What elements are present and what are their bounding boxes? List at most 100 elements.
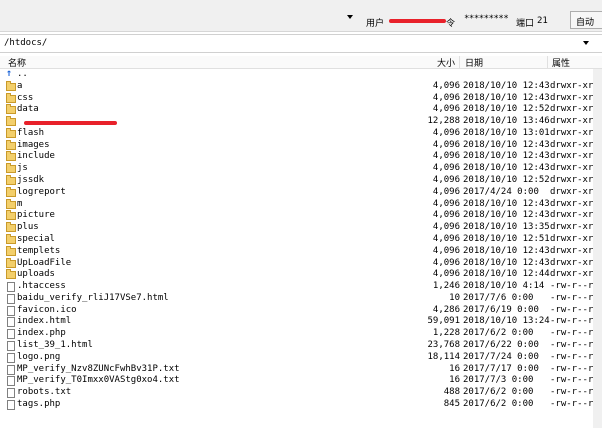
file-name[interactable]: .htaccess [17, 281, 66, 293]
file-name[interactable]: list_39_1.html [17, 340, 93, 352]
file-size: 18,114 [427, 351, 460, 362]
column-date[interactable]: 日期 [465, 56, 483, 69]
file-name[interactable]: index.html [17, 316, 71, 328]
file-row[interactable]: MP_verify_Nzv8ZUNcFwhBv31P.txt 16 2017/7/1… [0, 364, 602, 376]
folder-icon [6, 127, 16, 138]
file-name[interactable]: data [17, 104, 39, 116]
file-row[interactable]: images 4,096 2018/10/10 12:43 drwxr-xr-x [0, 139, 602, 152]
file-row[interactable]: tags.php 845 2017/6/2 0:00 -rw-r--r-- [0, 399, 602, 411]
file-row[interactable]: baidu_verify_rliJ17VSe7.html 10 2017/7/6 0… [0, 293, 602, 305]
file-name[interactable]: m [17, 199, 22, 211]
file-name[interactable]: special [17, 234, 55, 246]
file-row[interactable]: css 4,096 2018/10/10 12:43 drwxr-xr-x [0, 92, 602, 105]
file-row[interactable]: index.php 1,228 2017/6/2 0:00 -rw-r--r-- [0, 328, 602, 340]
file-size: 12,288 [427, 116, 460, 127]
file-date: 2017/6/2 0:00 [463, 398, 534, 409]
folder-icon [6, 163, 16, 174]
file-row[interactable]: special 4,096 2018/10/10 12:51 drwxr-xr-x [0, 233, 602, 246]
file-row[interactable]: templets 4,096 2018/10/10 12:43 drwxr-xr-x [0, 245, 602, 258]
folder-icon [6, 198, 16, 209]
file-name[interactable]: MP_verify_T0Imxx0VAStg0xo4.txt [17, 375, 180, 387]
column-size[interactable]: 大小 [437, 56, 455, 69]
file-row[interactable]: 12,288 2018/10/10 13:46 drwxr-xr-x [0, 116, 602, 128]
file-row[interactable]: favicon.ico 4,286 2017/6/19 0:00 -rw-r--r-- [0, 305, 602, 317]
file-size: 4,096 [432, 269, 460, 280]
file-icon [7, 388, 15, 399]
file-name[interactable]: uploads [17, 269, 55, 281]
file-row[interactable]: jssdk 4,096 2018/10/10 12:52 drwxr-xr-x [0, 175, 602, 187]
file-name[interactable]: flash [17, 128, 44, 140]
password-field[interactable]: ********* [464, 14, 509, 24]
file-row[interactable]: data 4,096 2018/10/10 12:52 drwxr-xr-x [0, 104, 602, 116]
file-row[interactable]: js 4,096 2018/10/10 12:43 drwxr-xr-x [0, 163, 602, 175]
file-date: 2018/10/10 12:43 [463, 245, 550, 256]
file-row[interactable]: ↑.. [0, 68, 602, 81]
host-dropdown-arrow-icon[interactable] [347, 15, 353, 19]
file-row[interactable]: logo.png 18,114 2017/7/24 0:00 -rw-r--r-- [0, 352, 602, 364]
file-name[interactable]: robots.txt [17, 387, 71, 399]
file-row[interactable]: flash 4,096 2018/10/10 13:01 drwxr-xr-x [0, 127, 602, 140]
file-date: 2018/10/10 12:43 [463, 92, 550, 103]
file-row[interactable]: UpLoadFile 4,096 2018/10/10 12:43 drwxr-xr-… [0, 257, 602, 270]
file-row[interactable]: MP_verify_T0Imxx0VAStg0xo4.txt 16 2017/7/3… [0, 375, 602, 387]
file-date: 2018/10/10 12:43 [463, 151, 550, 162]
remote-path[interactable]: /htdocs/ [4, 38, 47, 48]
file-date: 2017/4/24 0:00 [463, 186, 539, 197]
file-name[interactable]: a [17, 81, 22, 93]
file-name[interactable]: templets [17, 246, 60, 258]
file-row[interactable]: uploads 4,096 2018/10/10 12:44 drwxr-xr-x [0, 269, 602, 281]
file-name[interactable]: favicon.ico [17, 305, 77, 317]
file-list: ↑.. a 4,096 2018/10/10 12:43 drwxr-xr-x css 4,… [0, 68, 602, 411]
file-name[interactable]: plus [17, 222, 39, 234]
file-name[interactable]: tags.php [17, 399, 60, 411]
parent-dir-icon[interactable]: ↑ [6, 68, 16, 79]
user-field-redacted[interactable] [389, 19, 446, 23]
file-name[interactable]: include [17, 151, 55, 163]
file-name[interactable]: UpLoadFile [17, 258, 71, 270]
file-row[interactable]: index.html 59,091 2018/10/10 13:24 -rw-r--r… [0, 316, 602, 328]
port-field[interactable]: 21 [537, 16, 548, 26]
file-size: 1,246 [432, 281, 460, 292]
file-name[interactable]: js [17, 163, 28, 175]
remote-path-bar[interactable]: /htdocs/ [0, 34, 602, 53]
file-size: 16 [449, 375, 460, 386]
file-row[interactable]: list_39_1.html 23,768 2017/6/22 0:00 -rw-r-… [0, 340, 602, 352]
file-size: 4,096 [432, 139, 460, 150]
file-name[interactable]: logreport [17, 187, 66, 199]
file-date: 2017/6/2 0:00 [463, 387, 534, 398]
file-size: 4,096 [432, 92, 460, 103]
file-row[interactable]: robots.txt 488 2017/6/2 0:00 -rw-r--r-- [0, 387, 602, 399]
path-dropdown-arrow-icon[interactable] [583, 41, 589, 45]
file-size: 10 [449, 292, 460, 303]
file-size: 4,286 [432, 304, 460, 315]
file-name[interactable]: .. [17, 69, 28, 81]
file-name[interactable]: logo.png [17, 352, 60, 364]
file-name[interactable]: jssdk [17, 175, 44, 187]
file-icon [7, 282, 15, 293]
file-name[interactable]: index.php [17, 328, 66, 340]
file-size: 4,096 [432, 151, 460, 162]
column-perm[interactable]: 属性 [552, 56, 570, 69]
file-row[interactable]: .htaccess 1,246 2018/10/10 4:14 -rw-r--r-- [0, 281, 602, 293]
file-name[interactable]: images [17, 140, 50, 152]
file-name[interactable]: picture [17, 210, 55, 222]
file-row[interactable]: m 4,096 2018/10/10 12:43 drwxr-xr-x [0, 198, 602, 211]
file-date: 2018/10/10 13:35 [463, 222, 550, 233]
file-row[interactable]: include 4,096 2018/10/10 12:43 drwxr-xr-x [0, 151, 602, 163]
folder-icon [6, 245, 16, 256]
vertical-scrollbar[interactable] [593, 69, 602, 428]
file-row[interactable]: picture 4,096 2018/10/10 12:43 drwxr-xr-x [0, 210, 602, 222]
file-row[interactable]: plus 4,096 2018/10/10 13:35 drwxr-xr-x [0, 222, 602, 234]
password-label: 令 [446, 19, 456, 29]
folder-icon [6, 175, 16, 186]
file-size: 488 [443, 387, 460, 398]
file-row[interactable]: a 4,096 2018/10/10 12:43 drwxr-xr-x [0, 80, 602, 93]
file-date: 2018/10/10 12:43 [463, 80, 550, 91]
file-name[interactable]: css [17, 93, 33, 105]
file-row[interactable]: logreport 4,096 2017/4/24 0:00 drwxr-xr-x [0, 186, 602, 199]
file-date: 2018/10/10 13:24 [463, 316, 550, 327]
file-date: 2018/10/10 12:43 [463, 139, 550, 150]
file-name[interactable]: baidu_verify_rliJ17VSe7.html [17, 293, 169, 305]
auto-button[interactable]: 自动 [570, 11, 602, 29]
file-name[interactable]: MP_verify_Nzv8ZUNcFwhBv31P.txt [17, 364, 180, 376]
